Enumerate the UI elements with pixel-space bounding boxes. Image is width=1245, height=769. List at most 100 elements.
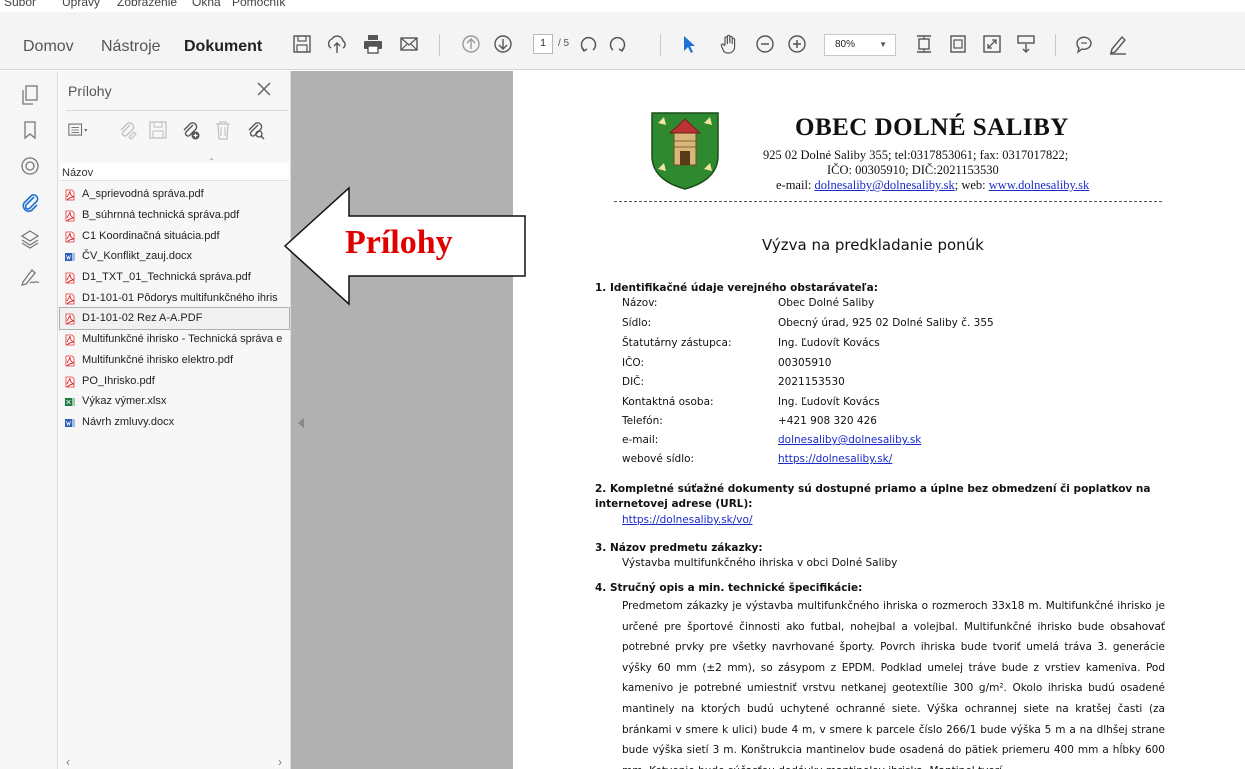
document-gutter xyxy=(291,71,513,769)
open-attachment-icon xyxy=(116,119,140,143)
section-3-heading: 3. Názov predmetu zákazky: xyxy=(595,542,763,554)
add-attachment-icon[interactable] xyxy=(179,119,203,143)
rotate-left-icon[interactable] xyxy=(578,32,602,56)
scroll-mode-icon[interactable] xyxy=(1014,32,1038,56)
page-total: / 5 xyxy=(558,38,570,49)
hand-icon[interactable] xyxy=(717,32,741,56)
field-value: 00305910 xyxy=(778,357,832,369)
field-label: Telefón: xyxy=(622,415,663,427)
pdf-file-icon xyxy=(64,312,76,325)
tab-tools[interactable]: Nástroje xyxy=(101,38,161,56)
attachment-item[interactable]: Multifunkčné ihrisko - Technická správa … xyxy=(60,329,289,350)
fullscreen-icon[interactable] xyxy=(980,32,1004,56)
header-email-link[interactable]: dolnesaliby@dolnesaliby.sk xyxy=(815,178,955,192)
attachment-name: PO_Ihrisko.pdf xyxy=(82,374,155,387)
zoom-select[interactable]: 80% ▼ xyxy=(824,34,896,56)
attachment-item[interactable]: PO_Ihrisko.pdf xyxy=(60,370,289,391)
attachment-name: A_sprievodná správa.pdf xyxy=(82,188,204,201)
menu-view[interactable]: Zobrazenie xyxy=(117,0,177,9)
xlsx-file-icon xyxy=(64,395,76,407)
field-label: Štatutárny zástupca: xyxy=(622,337,732,349)
organization-address: 925 02 Dolné Saliby 355; tel:0317853061;… xyxy=(763,148,1069,162)
attachment-item[interactable]: D1-101-01 Pôdorys multifunkčného ihris xyxy=(60,287,289,308)
email-icon[interactable] xyxy=(397,32,421,56)
page-up-icon[interactable] xyxy=(459,32,483,56)
pdf-file-icon xyxy=(64,292,76,305)
field-value: +421 908 320 426 xyxy=(778,415,877,427)
organization-contacts: e-mail: dolnesaliby@dolnesaliby.sk; web:… xyxy=(776,178,1089,193)
fit-width-icon[interactable] xyxy=(946,32,970,56)
email-link[interactable]: dolnesaliby@dolnesaliby.sk xyxy=(778,434,921,446)
website-link[interactable]: https://dolnesaliby.sk/ xyxy=(778,453,892,465)
rotate-right-icon[interactable] xyxy=(604,32,628,56)
attachment-name: D1-101-01 Pôdorys multifunkčného ihris xyxy=(82,291,278,304)
callout-label: Prílohy xyxy=(345,224,453,261)
section-4-paragraph: Predmetom zákazky je výstavba multifunkč… xyxy=(622,600,1165,769)
options-menu-icon[interactable] xyxy=(68,119,92,143)
field-value: Ing. Ľudovít Kovács xyxy=(778,337,880,349)
attachment-item[interactable]: B_súhrnná technická správa.pdf xyxy=(60,205,289,226)
tab-home[interactable]: Domov xyxy=(23,38,74,56)
header-separator xyxy=(614,201,1162,202)
menu-file[interactable]: Súbor xyxy=(4,0,36,9)
fit-page-icon[interactable] xyxy=(912,32,936,56)
web-prefix: ; web: xyxy=(954,178,989,192)
field-value: Ing. Ľudovít Kovács xyxy=(778,396,880,408)
horizontal-scrollbar[interactable]: ‹ › xyxy=(60,755,289,769)
search-attachment-icon[interactable] xyxy=(244,119,268,143)
attachment-item[interactable]: D1-101-02 Rez A-A.PDF xyxy=(59,307,290,330)
field-value: 2021153530 xyxy=(778,376,845,388)
attachment-name: D1-101-02 Rez A-A.PDF xyxy=(82,312,203,325)
pdf-file-icon xyxy=(64,375,76,387)
list-column-header[interactable]: Názov ˆ xyxy=(60,158,289,181)
delete-icon xyxy=(212,119,236,143)
attachment-item[interactable]: Multifunkčné ihrisko elektro.pdf xyxy=(60,350,289,371)
bookmark-icon[interactable] xyxy=(19,119,41,141)
section-4-heading: 4. Stručný opis a min. technické špecifi… xyxy=(595,582,863,594)
highlight-pen-icon[interactable] xyxy=(1106,32,1130,56)
scroll-left-icon[interactable]: ‹ xyxy=(66,755,70,769)
layers-target-icon[interactable] xyxy=(19,155,41,177)
signature-icon[interactable] xyxy=(19,265,41,287)
pdf-file-icon xyxy=(64,333,76,346)
page-down-icon[interactable] xyxy=(491,32,515,56)
documents-url-link[interactable]: https://dolnesaliby.sk/vo/ xyxy=(622,514,752,526)
zoom-out-icon[interactable] xyxy=(753,32,777,56)
paperclip-icon[interactable] xyxy=(19,191,41,213)
section-1-heading: 1. Identifikačné údaje verejného obstará… xyxy=(595,282,878,294)
select-cursor-icon[interactable] xyxy=(677,32,701,56)
menu-edit[interactable]: Úpravy xyxy=(62,0,100,9)
header-web-link[interactable]: www.dolnesaliby.sk xyxy=(989,178,1089,192)
attachments-panel: Prílohy Názov ˆ A_sprievodná správa.pdf B… xyxy=(58,71,291,769)
upload-icon[interactable] xyxy=(325,32,349,56)
email-prefix: e-mail: xyxy=(776,178,815,192)
layers-icon[interactable] xyxy=(19,228,41,250)
left-icon-rail xyxy=(0,71,58,769)
attachment-item[interactable]: Návrh zmluvy.docx xyxy=(60,412,289,433)
close-icon[interactable] xyxy=(254,79,274,99)
menu-help[interactable]: Pomocník xyxy=(232,0,285,9)
attachment-name: B_súhrnná technická správa.pdf xyxy=(82,209,240,222)
zoom-in-icon[interactable] xyxy=(785,32,809,56)
menu-window[interactable]: Okná xyxy=(192,0,221,9)
attachment-item[interactable]: A_sprievodná správa.pdf xyxy=(60,184,289,205)
scroll-right-icon[interactable]: › xyxy=(278,755,282,769)
section-3-text: Výstavba multifunkčného ihriska v obci D… xyxy=(622,557,898,569)
field-value: Obecný úrad, 925 02 Dolné Saliby č. 355 xyxy=(778,317,994,329)
page-number-input[interactable]: 1 xyxy=(533,34,553,54)
attachment-item[interactable]: ČV_Konflikt_zauj.docx xyxy=(60,246,289,267)
attachment-item[interactable]: D1_TXT_01_Technická správa.pdf xyxy=(60,267,289,288)
zoom-value: 80% xyxy=(835,39,856,50)
comment-icon[interactable] xyxy=(1072,32,1096,56)
organization-name: OBEC DOLNÉ SALIBY xyxy=(795,114,1069,141)
save-icon[interactable] xyxy=(290,32,314,56)
panel-divider xyxy=(66,110,288,111)
print-icon[interactable] xyxy=(361,32,385,56)
field-label: Sídlo: xyxy=(622,317,652,329)
attachment-item[interactable]: C1 Koordinačná situácia.pdf xyxy=(60,225,289,246)
tab-document[interactable]: Dokument xyxy=(184,38,262,56)
pages-icon[interactable] xyxy=(19,84,41,106)
organization-ids: IČO: 00305910; DIČ:2021153530 xyxy=(827,163,999,177)
collapse-panel-icon[interactable] xyxy=(297,415,305,428)
attachment-item[interactable]: Výkaz výmer.xlsx xyxy=(60,391,289,412)
